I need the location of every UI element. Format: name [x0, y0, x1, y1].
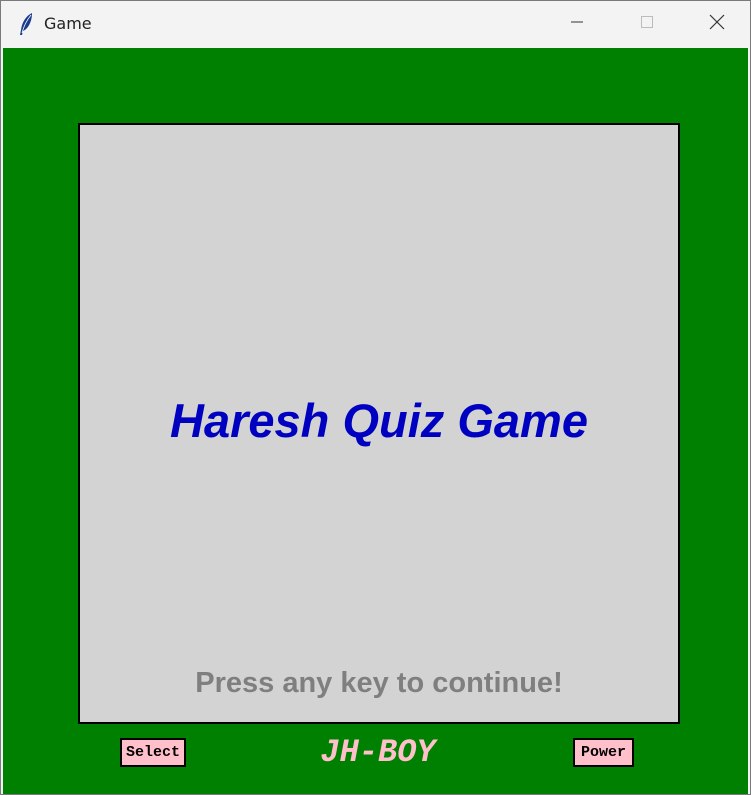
brand-label: JH-BOY	[320, 734, 436, 771]
minimize-icon	[569, 14, 585, 34]
app-window: Game Haresh Quiz Game Press any key to c…	[0, 0, 751, 795]
title-bar[interactable]: Game	[1, 1, 750, 47]
game-screen[interactable]: Haresh Quiz Game Press any key to contin…	[78, 123, 680, 724]
feather-icon	[17, 12, 37, 36]
close-button[interactable]	[682, 1, 751, 47]
window-title: Game	[44, 14, 92, 33]
power-button[interactable]: Power	[573, 738, 634, 767]
minimize-button[interactable]	[542, 1, 612, 47]
maximize-button[interactable]	[612, 1, 682, 47]
maximize-icon	[639, 14, 655, 34]
game-area: Haresh Quiz Game Press any key to contin…	[3, 48, 748, 794]
game-title: Haresh Quiz Game	[170, 394, 588, 447]
select-button[interactable]: Select	[120, 738, 186, 767]
continue-prompt: Press any key to continue!	[195, 667, 563, 699]
close-icon	[708, 13, 726, 35]
